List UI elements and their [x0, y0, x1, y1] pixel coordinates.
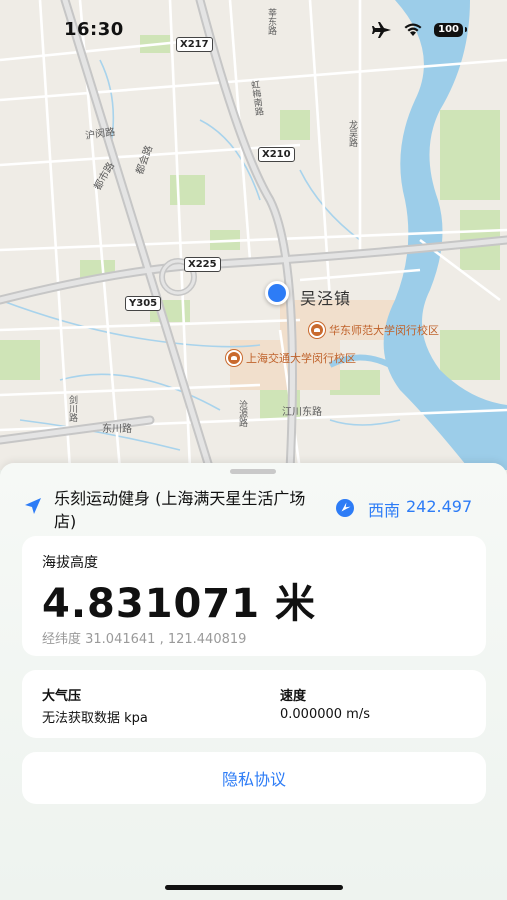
airplane-icon: [372, 22, 392, 38]
poi-label: 上海交通大学闵行校区: [246, 352, 356, 365]
university-pin-icon: [309, 322, 325, 338]
road-label: 东川路: [102, 424, 132, 435]
status-icons: 100: [372, 22, 467, 38]
road-label: 龙吴路: [347, 120, 357, 147]
pressure-label: 大气压: [42, 689, 82, 704]
home-indicator[interactable]: [165, 885, 343, 890]
battery-icon: 100: [434, 23, 467, 37]
heading-direction: 西南: [368, 501, 401, 520]
poi-sjtu[interactable]: 上海交通大学闵行校区: [226, 350, 356, 366]
poi-ecnu[interactable]: 华东师范大学闵行校区: [309, 322, 439, 338]
altitude-value: 4.831071 米: [42, 581, 316, 627]
status-time: 16:30: [64, 19, 124, 40]
university-pin-icon: [226, 350, 242, 366]
town-label: 吴泾镇: [300, 289, 352, 308]
road-shield: X225: [184, 257, 221, 272]
map-view[interactable]: X217 X210 X225 Y305 莘东路 都市路 都会路 江川东路 东川路…: [0, 0, 507, 470]
road-label: 沧源路: [237, 400, 247, 427]
place-row: 乐刻运动健身 (上海满天星生活广场店) 西南 242.497: [20, 487, 490, 533]
pressure-value: 无法获取数据 kpa: [42, 711, 148, 726]
altitude-card: 海拔高度 4.831071 米 经纬度 31.041641 , 121.4408…: [22, 536, 486, 656]
compass-icon: [336, 499, 354, 517]
status-bar: 16:30 100: [0, 0, 507, 60]
road-shield: Y305: [125, 296, 162, 311]
poi-label: 华东师范大学闵行校区: [329, 324, 439, 337]
heading-degrees: 242.497: [406, 497, 473, 516]
metrics-card: 大气压 无法获取数据 kpa 速度 0.000000 m/s: [22, 670, 486, 738]
road-label: 江川东路: [282, 407, 322, 418]
speed-label: 速度: [280, 689, 307, 704]
road-shield: X210: [258, 147, 295, 162]
current-location-dot[interactable]: [265, 281, 289, 305]
privacy-policy-label: 隐私协议: [221, 770, 286, 789]
altitude-label: 海拔高度: [42, 555, 98, 571]
info-sheet: 乐刻运动健身 (上海满天星生活广场店) 西南 242.497 海拔高度 4.83…: [0, 463, 507, 900]
location-arrow-icon: [25, 498, 41, 514]
wifi-icon: [404, 23, 422, 36]
speed-value: 0.000000 m/s: [280, 707, 370, 722]
road-label: 剑川路: [67, 395, 77, 422]
sheet-grabber[interactable]: [230, 469, 276, 474]
place-name: 乐刻运动健身 (上海满天星生活广场店): [54, 489, 306, 531]
coordinates: 经纬度 31.041641 , 121.440819: [42, 632, 247, 647]
privacy-policy-button[interactable]: 隐私协议: [22, 752, 486, 804]
